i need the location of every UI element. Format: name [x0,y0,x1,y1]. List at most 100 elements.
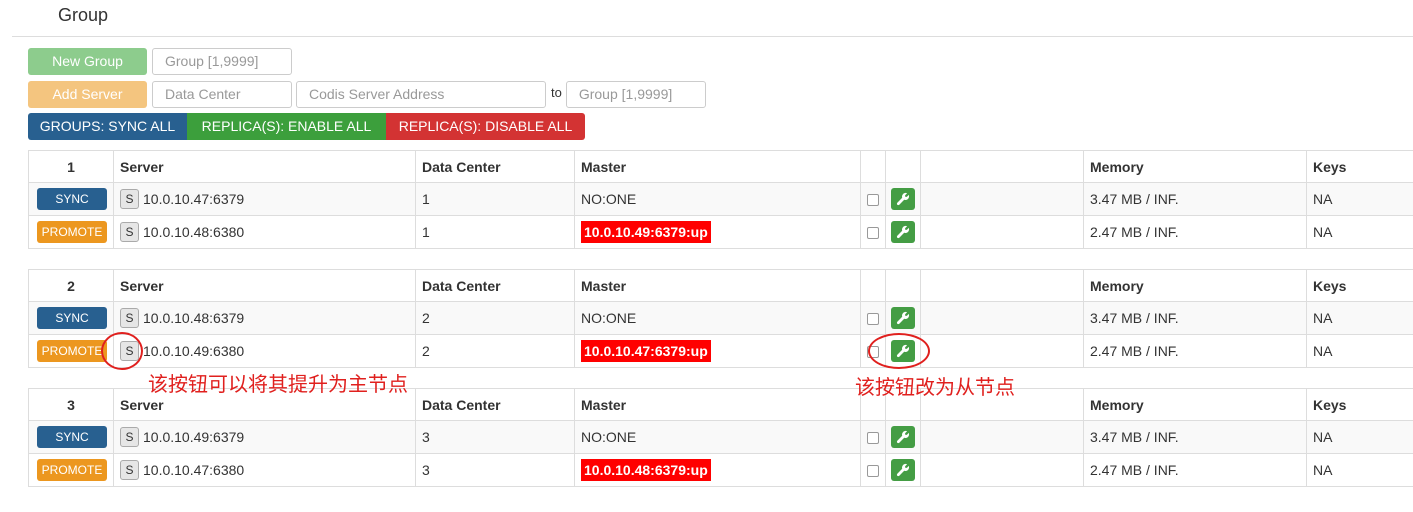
master-status: 10.0.10.49:6379:up [581,221,711,243]
promote-button[interactable]: PROMOTE [37,221,107,243]
column-header-keys: Keys [1306,388,1413,421]
wrench-icon[interactable] [891,307,915,329]
group-table: 1 Server Data Center Master Memory Keys SYNC S 1… [28,150,1413,249]
new-group-id-input[interactable]: Group [1,9999] [152,48,292,75]
server-stats-button[interactable]: S [120,460,139,480]
server-row: PROMOTE S 10.0.10.47:6380 3 10.0.10.48:6379:… [28,453,1413,487]
datacenter-cell: 2 [415,301,575,335]
server-address-input[interactable]: Codis Server Address [296,81,546,108]
keys-cell: NA [1306,182,1413,216]
checkbox-cell [860,301,886,335]
memory-cell: 2.47 MB / INF. [1083,215,1307,249]
server-cell: S 10.0.10.47:6380 [113,453,416,487]
server-row: SYNC S 10.0.10.47:6379 1 NO:ONE 3.47 MB / INF… [28,182,1413,216]
server-cell: S 10.0.10.49:6379 [113,420,416,454]
sync-button[interactable]: SYNC [37,307,107,329]
master-cell: 10.0.10.47:6379:up [574,334,861,368]
action-cell: SYNC [28,182,114,216]
enable-all-replicas-button[interactable]: REPLICA(S): ENABLE ALL [187,113,386,140]
master-status: NO:ONE [581,191,637,207]
server-address: 10.0.10.48:6379 [143,310,245,326]
sync-button[interactable]: SYNC [37,426,107,448]
wrench-icon[interactable] [891,426,915,448]
keys-cell: NA [1306,215,1413,249]
server-row: SYNC S 10.0.10.48:6379 2 NO:ONE 3.47 MB / INF… [28,301,1413,335]
server-cell: S 10.0.10.47:6379 [113,182,416,216]
blank-cell [920,301,1084,335]
server-address: 10.0.10.49:6380 [143,343,245,359]
promote-highlight-circle [101,332,143,370]
server-stats-button[interactable]: S [120,308,139,328]
memory-cell: 2.47 MB / INF. [1083,453,1307,487]
master-status: NO:ONE [581,429,637,445]
wrench-icon[interactable] [891,188,915,210]
master-cell: NO:ONE [574,420,861,454]
column-header-memory: Memory [1083,269,1307,302]
replica-highlight-circle [868,333,930,369]
promote-button[interactable]: PROMOTE [37,459,107,481]
checkbox-icon[interactable] [867,194,879,207]
master-status: 10.0.10.48:6379:up [581,459,711,481]
action-cell: SYNC [28,420,114,454]
blank-cell [920,420,1084,454]
master-cell: NO:ONE [574,301,861,335]
keys-cell: NA [1306,453,1413,487]
server-address: 10.0.10.47:6379 [143,191,245,207]
datacenter-cell: 1 [415,215,575,249]
replica-annotation: 该按钮改为从节点 [855,375,1015,399]
add-server-row: Add Server Data Center Codis Server Addr… [28,81,706,108]
new-group-button[interactable]: New Group [28,48,147,75]
group-table: 2 Server Data Center Master Memory Keys SYNC S 1… [28,269,1413,368]
group-header-row: 2 Server Data Center Master Memory Keys [28,269,1413,302]
keys-cell: NA [1306,334,1413,368]
datacenter-cell: 2 [415,334,575,368]
replica-cell [885,453,921,487]
target-group-input[interactable]: Group [1,9999] [565,81,706,108]
server-stats-button[interactable]: S [120,427,139,447]
promote-annotation: 该按钮可以将其提升为主节点 [148,372,408,396]
group-header-row: 1 Server Data Center Master Memory Keys [28,150,1413,183]
promote-button[interactable]: PROMOTE [37,340,107,362]
group-id: 1 [28,150,114,183]
master-status: 10.0.10.47:6379:up [581,340,711,362]
column-header-blank [920,150,1084,183]
checkbox-icon[interactable] [867,432,879,445]
sync-button[interactable]: SYNC [37,188,107,210]
disable-all-replicas-button[interactable]: REPLICA(S): DISABLE ALL [386,113,585,140]
sync-all-button[interactable]: GROUPS: SYNC ALL [28,113,187,140]
checkbox-cell [860,453,886,487]
server-address: 10.0.10.49:6379 [143,429,245,445]
column-header-datacenter: Data Center [415,269,575,302]
master-cell: NO:ONE [574,182,861,216]
datacenter-input[interactable]: Data Center [152,81,292,108]
column-header-master: Master [574,150,861,183]
checkbox-icon[interactable] [867,227,879,240]
add-server-button[interactable]: Add Server [28,81,147,108]
blank-cell [920,334,1084,368]
title-divider [12,36,1413,37]
memory-cell: 3.47 MB / INF. [1083,301,1307,335]
server-stats-button[interactable]: S [120,222,139,242]
blank-cell [920,182,1084,216]
column-header-blank [885,150,921,183]
checkbox-cell [860,215,886,249]
column-header-blank [885,269,921,302]
checkbox-icon[interactable] [867,465,879,478]
column-header-datacenter: Data Center [415,388,575,421]
wrench-icon[interactable] [891,459,915,481]
master-cell: 10.0.10.48:6379:up [574,453,861,487]
datacenter-cell: 3 [415,420,575,454]
server-stats-button[interactable]: S [120,189,139,209]
wrench-icon[interactable] [891,221,915,243]
to-label: to [551,85,562,100]
blank-cell [920,215,1084,249]
memory-cell: 2.47 MB / INF. [1083,334,1307,368]
column-header-blank [860,150,886,183]
group-id: 2 [28,269,114,302]
checkbox-icon[interactable] [867,313,879,326]
column-header-master: Master [574,269,861,302]
replica-cell [885,301,921,335]
column-header-keys: Keys [1306,150,1413,183]
action-cell: PROMOTE [28,453,114,487]
column-header-memory: Memory [1083,388,1307,421]
